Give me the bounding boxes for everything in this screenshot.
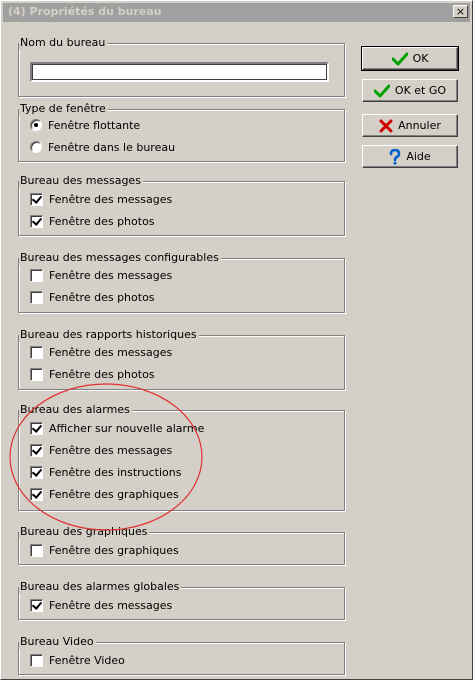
checkbox-row[interactable]: Fenêtre des graphiques: [30, 542, 179, 558]
checkbox[interactable]: [30, 367, 43, 381]
graphics-desk-group: Bureau des graphiques Fenêtre des graphi…: [18, 525, 345, 565]
checkbox[interactable]: [30, 465, 43, 479]
video-desk-group: Bureau Video Fenêtre Video: [18, 635, 345, 675]
radio-label: Fenêtre flottante: [48, 118, 141, 132]
checkbox-row[interactable]: Fenêtre Video: [30, 652, 125, 668]
group-title: Bureau des alarmes: [19, 403, 132, 417]
checkbox[interactable]: [30, 345, 43, 359]
cancel-button[interactable]: Annuler: [362, 114, 458, 137]
checkmark-icon: [391, 52, 408, 65]
group-title: Bureau des rapports historiques: [19, 328, 199, 342]
checkbox[interactable]: [30, 487, 43, 501]
checkbox-row[interactable]: Fenêtre des messages: [30, 597, 172, 613]
ok-button-label: OK: [412, 52, 429, 65]
group-title: Bureau des messages configurables: [19, 251, 221, 265]
checkmark-icon: [373, 84, 390, 97]
checkbox-row[interactable]: Fenêtre des photos: [30, 366, 155, 382]
checkbox[interactable]: [30, 653, 43, 667]
checkbox-label: Fenêtre des messages: [49, 268, 173, 282]
checkbox-row[interactable]: Fenêtre des photos: [30, 289, 155, 305]
global-alarms-group: Bureau des alarmes globales Fenêtre des …: [18, 580, 345, 620]
radio-button[interactable]: [30, 119, 42, 131]
radio-button[interactable]: [30, 141, 42, 153]
checkbox-row[interactable]: Fenêtre des messages: [30, 191, 172, 207]
checkbox-row[interactable]: Afficher sur nouvelle alarme: [30, 420, 204, 436]
checkbox-label: Afficher sur nouvelle alarme: [49, 421, 205, 435]
title-bar[interactable]: (4) Propriétés du bureau ×: [3, 3, 470, 22]
window-type-group: Type de fenêtre Fenêtre flottante Fenêtr…: [18, 102, 345, 162]
radio-label: Fenêtre dans le bureau: [48, 140, 176, 154]
ok-go-button[interactable]: OK et GO: [362, 79, 458, 102]
checkbox-row[interactable]: Fenêtre des graphiques: [30, 486, 179, 502]
group-title: Bureau Video: [19, 635, 96, 649]
checkbox[interactable]: [30, 543, 43, 557]
checkbox-label: Fenêtre des messages: [49, 192, 173, 206]
checkbox-row[interactable]: Fenêtre des messages: [30, 442, 172, 458]
configurable-messages-group: Bureau des messages configurables Fenêtr…: [18, 251, 345, 313]
question-icon: [390, 148, 401, 165]
checkbox-label: Fenêtre des messages: [49, 443, 173, 457]
checkbox-row[interactable]: Fenêtre des photos: [30, 213, 155, 229]
help-button-label: Aide: [406, 150, 431, 163]
desk-name-input[interactable]: [30, 62, 329, 82]
window-type-title: Type de fenêtre: [19, 102, 108, 116]
checkbox[interactable]: [30, 214, 43, 228]
checkbox-row[interactable]: Fenêtre des messages: [30, 267, 172, 283]
alarms-desk-group: Bureau des alarmes Afficher sur nouvelle…: [18, 403, 345, 511]
checkbox-label: Fenêtre des graphiques: [49, 543, 179, 557]
checkbox-label: Fenêtre Video: [49, 653, 125, 667]
checkbox[interactable]: [30, 290, 43, 304]
ok-button[interactable]: OK: [361, 46, 459, 71]
close-icon: ×: [455, 5, 466, 18]
close-button[interactable]: ×: [453, 5, 468, 18]
cancel-button-label: Annuler: [398, 119, 441, 132]
checkbox-label: Fenêtre des photos: [49, 214, 155, 228]
ok-go-button-label: OK et GO: [394, 84, 447, 97]
window-title: (4) Propriétés du bureau: [8, 5, 162, 18]
checkbox-label: Fenêtre des graphiques: [49, 487, 179, 501]
checkbox-label: Fenêtre des messages: [49, 345, 173, 359]
help-button[interactable]: Aide: [362, 145, 458, 168]
checkbox[interactable]: [30, 598, 43, 612]
checkbox[interactable]: [30, 192, 43, 206]
checkbox[interactable]: [30, 421, 43, 435]
checkbox-label: Fenêtre des messages: [49, 598, 173, 612]
name-group: Nom du bureau: [18, 36, 345, 97]
checkbox-row[interactable]: Fenêtre des messages: [30, 344, 172, 360]
checkbox[interactable]: [30, 443, 43, 457]
messages-desk-group: Bureau des messages Fenêtre des messages…: [18, 174, 345, 236]
checkbox[interactable]: [30, 268, 43, 282]
name-group-title: Nom du bureau: [19, 36, 108, 50]
group-title: Bureau des messages: [19, 174, 143, 188]
checkbox-label: Fenêtre des instructions: [49, 465, 182, 479]
checkbox-row[interactable]: Fenêtre des instructions: [30, 464, 181, 480]
group-title: Bureau des graphiques: [19, 525, 150, 539]
radio-window-in-desk[interactable]: Fenêtre dans le bureau: [30, 139, 175, 155]
group-title: Bureau des alarmes globales: [19, 580, 182, 594]
checkbox-label: Fenêtre des photos: [49, 290, 155, 304]
history-reports-group: Bureau des rapports historiques Fenêtre …: [18, 328, 345, 390]
radio-floating-window[interactable]: Fenêtre flottante: [30, 117, 140, 133]
checkbox-label: Fenêtre des photos: [49, 367, 155, 381]
cross-icon: [379, 119, 393, 132]
